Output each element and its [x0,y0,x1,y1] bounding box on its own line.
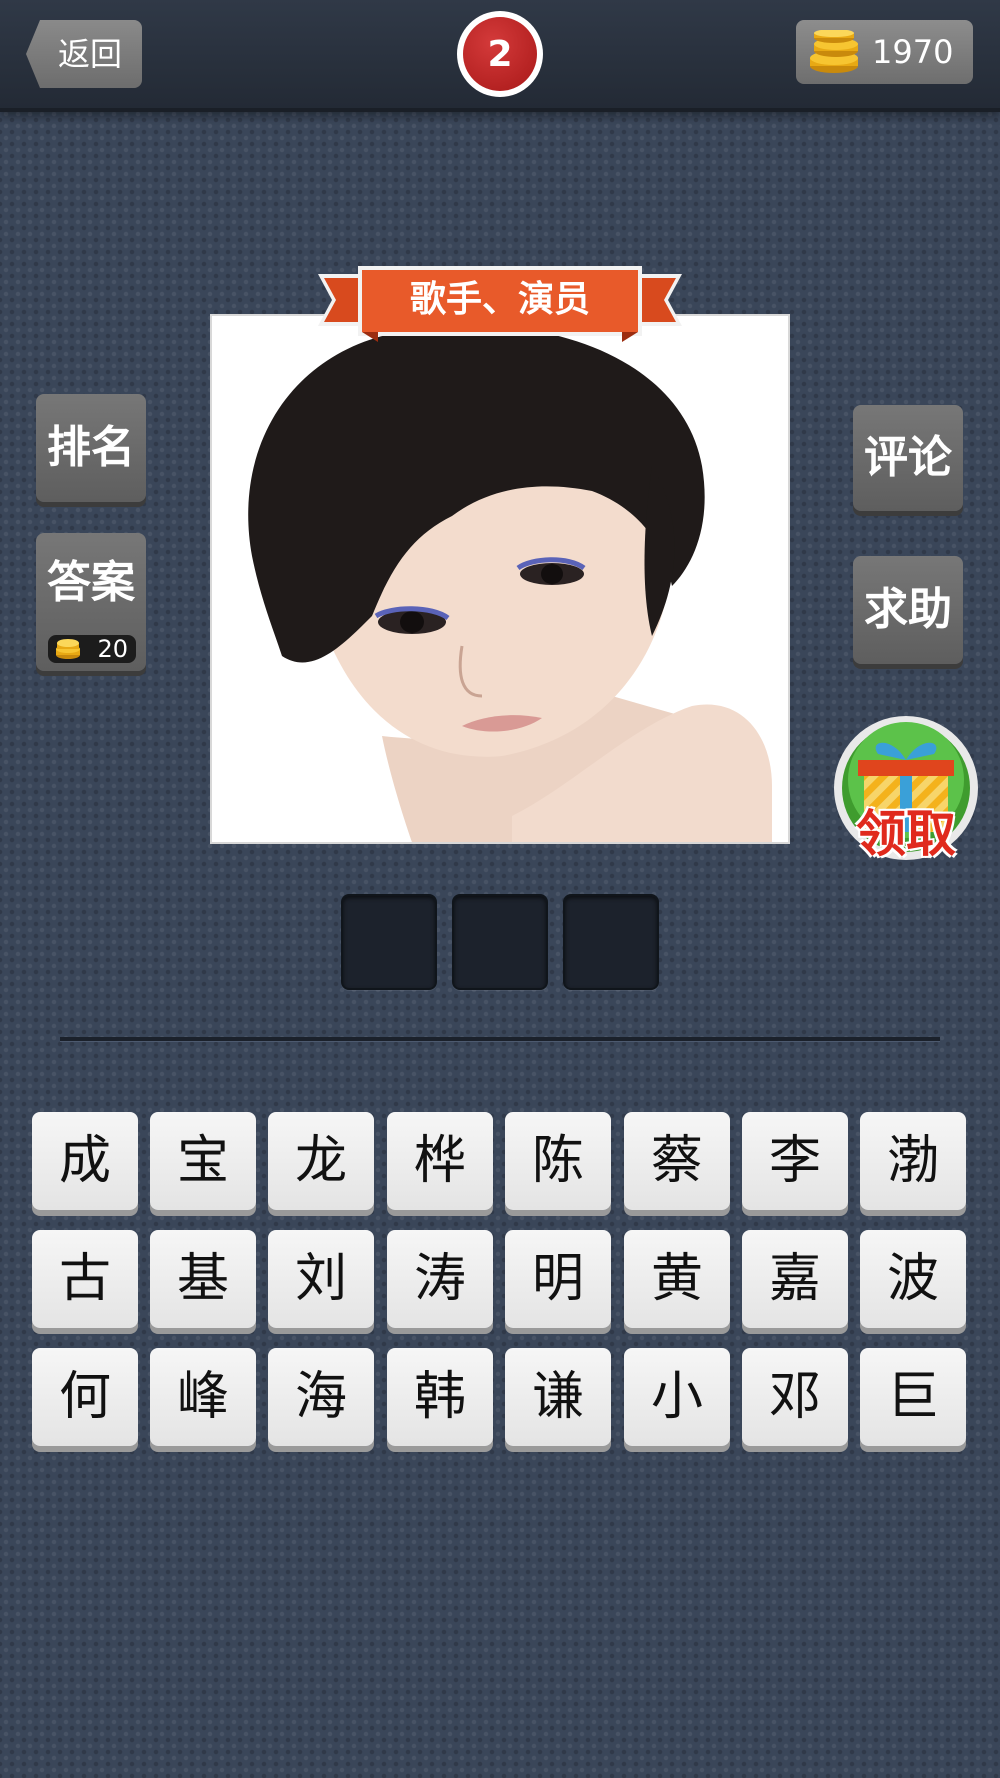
char-key[interactable]: 蔡 [624,1112,730,1210]
char-key[interactable]: 涛 [387,1230,493,1328]
level-number: 2 [463,17,537,91]
char-key[interactable]: 韩 [387,1348,493,1446]
comment-label: 评论 [864,432,952,483]
category-label: 歌手、演员 [409,279,590,320]
rank-button[interactable]: 排名 [36,394,146,502]
help-label: 求助 [864,584,952,635]
answer-slot[interactable] [563,894,659,990]
divider [60,1037,940,1042]
char-key[interactable]: 波 [860,1230,966,1328]
char-key[interactable]: 龙 [268,1112,374,1210]
char-key[interactable]: 古 [32,1230,138,1328]
char-key[interactable]: 基 [150,1230,256,1328]
top-bar: 返回 2 1970 [0,0,1000,112]
char-key[interactable]: 峰 [150,1348,256,1446]
char-key[interactable]: 邓 [742,1348,848,1446]
char-key[interactable]: 渤 [860,1112,966,1210]
answer-button[interactable]: 答案 20 [36,533,146,671]
answer-slot[interactable] [452,894,548,990]
answer-cost-value: 20 [97,635,128,663]
char-key[interactable]: 何 [32,1348,138,1446]
level-badge: 2 [457,11,543,97]
char-key[interactable]: 嘉 [742,1230,848,1328]
char-key[interactable]: 桦 [387,1112,493,1210]
answer-label: 答案 [47,557,135,608]
category-ribbon: 歌手、演员 [318,264,682,344]
coin-icon [56,639,80,659]
coins-display[interactable]: 1970 [796,20,973,84]
puzzle-photo [210,314,790,844]
answer-slot[interactable] [341,894,437,990]
char-key[interactable]: 刘 [268,1230,374,1328]
answer-cost: 20 [48,635,136,663]
help-button[interactable]: 求助 [853,556,963,664]
comment-button[interactable]: 评论 [853,405,963,511]
char-key[interactable]: 巨 [860,1348,966,1446]
rank-label: 排名 [47,422,135,473]
gift-label: 领取 [856,805,956,863]
gift-button[interactable]: 领取 [832,714,980,863]
coins-value: 1970 [872,33,954,71]
coin-stack-icon [810,30,858,73]
char-key[interactable]: 小 [624,1348,730,1446]
char-key[interactable]: 李 [742,1112,848,1210]
char-key[interactable]: 海 [268,1348,374,1446]
char-key[interactable]: 明 [505,1230,611,1328]
char-key[interactable]: 陈 [505,1112,611,1210]
char-key[interactable]: 黄 [624,1230,730,1328]
char-key[interactable]: 成 [32,1112,138,1210]
portrait-image [212,316,788,842]
back-button[interactable]: 返回 [26,20,142,88]
char-key[interactable]: 谦 [505,1348,611,1446]
char-key[interactable]: 宝 [150,1112,256,1210]
